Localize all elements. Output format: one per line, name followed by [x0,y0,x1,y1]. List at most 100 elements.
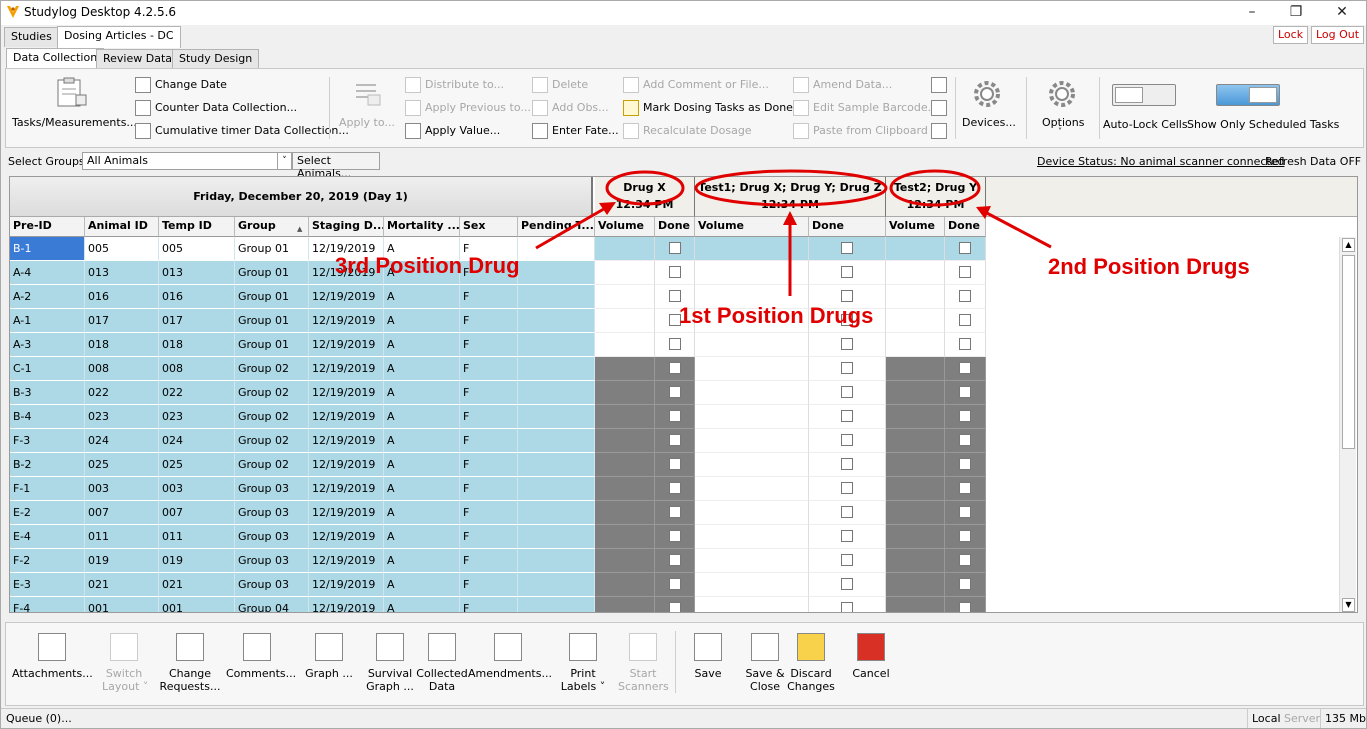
volume-cell[interactable] [886,285,945,309]
table-cell[interactable]: Group 02 [235,357,309,381]
table-cell[interactable]: 017 [159,309,235,333]
done-checkbox[interactable] [669,530,681,542]
paste-clipboard-button[interactable]: Paste from Clipboard [793,123,928,139]
tab-data-collection[interactable]: Data Collection [6,48,105,70]
pending-cell[interactable] [518,357,595,381]
table-cell[interactable]: A [384,597,460,612]
table-cell[interactable]: 12/19/2019 [309,525,384,549]
table-cell[interactable]: 016 [159,285,235,309]
volume-cell[interactable] [595,237,655,261]
amendments-button[interactable]: Amendments... [468,667,552,680]
add-obs-button[interactable]: Add Obs... [532,100,609,116]
done-cell[interactable] [809,333,886,357]
table-cell[interactable]: F [460,429,518,453]
table-cell[interactable]: Group 03 [235,573,309,597]
done-checkbox[interactable] [669,554,681,566]
done-checkbox[interactable] [841,386,853,398]
options-button[interactable]: Options [1042,116,1084,129]
done-cell[interactable] [655,525,695,549]
table-cell[interactable]: Group 02 [235,381,309,405]
column-header[interactable]: Volume [695,217,809,237]
table-cell[interactable]: 021 [85,573,159,597]
table-cell[interactable]: Group 01 [235,309,309,333]
done-checkbox[interactable] [841,410,853,422]
table-cell[interactable]: A [384,549,460,573]
table-cell[interactable]: 12/19/2019 [309,333,384,357]
done-cell[interactable] [945,261,986,285]
done-checkbox[interactable] [669,386,681,398]
done-cell[interactable] [655,333,695,357]
save-button[interactable]: Save [686,667,730,680]
table-row[interactable]: F-2 019 019 Group 03 12/19/2019 A F [10,549,986,573]
done-checkbox[interactable] [841,506,853,518]
done-cell[interactable] [655,261,695,285]
delete-button[interactable]: Delete [532,77,588,93]
table-cell[interactable]: A [384,381,460,405]
table-cell[interactable]: F [460,597,518,612]
table-cell[interactable]: 018 [159,333,235,357]
done-cell[interactable] [809,549,886,573]
table-row[interactable]: E-4 011 011 Group 03 12/19/2019 A F [10,525,986,549]
volume-cell[interactable] [595,429,655,453]
change-requests-button[interactable]: Change Requests... [158,667,222,693]
print-labels-button[interactable]: Print Labels ˅ [558,667,608,693]
table-cell[interactable]: 023 [159,405,235,429]
table-cell[interactable]: Group 01 [235,237,309,261]
done-checkbox[interactable] [959,554,971,566]
volume-cell[interactable] [595,597,655,612]
volume-cell[interactable] [695,501,809,525]
device-status-link[interactable]: Device Status: No animal scanner connect… [1037,155,1284,168]
attachments-button[interactable]: Attachments... [12,667,93,680]
done-checkbox[interactable] [959,410,971,422]
table-cell[interactable]: A [384,429,460,453]
table-cell[interactable]: Group 02 [235,429,309,453]
table-cell[interactable]: E-3 [10,573,85,597]
done-checkbox[interactable] [959,242,971,254]
table-row[interactable]: E-3 021 021 Group 03 12/19/2019 A F [10,573,986,597]
done-checkbox[interactable] [841,482,853,494]
volume-cell[interactable] [695,357,809,381]
switch-layout-button[interactable]: Switch Layout ˅ [102,667,148,693]
tasks-measurements-button[interactable]: Tasks/Measurements... [12,116,137,129]
tab-review-data[interactable]: Review Data [96,49,180,69]
done-cell[interactable] [945,309,986,333]
volume-cell[interactable] [595,453,655,477]
volume-cell[interactable] [886,501,945,525]
done-checkbox[interactable] [669,482,681,494]
table-cell[interactable]: A-2 [10,285,85,309]
done-cell[interactable] [809,573,886,597]
table-cell[interactable]: Group 01 [235,261,309,285]
volume-cell[interactable] [695,477,809,501]
table-cell[interactable]: Group 03 [235,501,309,525]
done-cell[interactable] [945,429,986,453]
volume-cell[interactable] [886,357,945,381]
table-cell[interactable]: B-3 [10,381,85,405]
table-cell[interactable]: 023 [85,405,159,429]
table-cell[interactable]: 001 [85,597,159,612]
logout-button[interactable]: Log Out [1311,26,1365,44]
volume-cell[interactable] [886,453,945,477]
pending-cell[interactable] [518,549,595,573]
done-checkbox[interactable] [959,266,971,278]
done-cell[interactable] [809,525,886,549]
table-cell[interactable]: 12/19/2019 [309,549,384,573]
column-header[interactable]: Sex [460,217,518,237]
lock-button[interactable]: Lock [1273,26,1309,44]
restore-button[interactable]: ❐ [1273,1,1319,25]
volume-cell[interactable] [695,405,809,429]
table-cell[interactable]: Group 04 [235,597,309,612]
table-cell[interactable]: A [384,573,460,597]
pending-cell[interactable] [518,333,595,357]
table-cell[interactable]: 003 [85,477,159,501]
pending-cell[interactable] [518,597,595,612]
table-cell[interactable]: 008 [159,357,235,381]
column-header[interactable]: Done [945,217,986,237]
auto-lock-toggle[interactable] [1112,84,1176,106]
volume-cell[interactable] [595,477,655,501]
distribute-button[interactable]: Distribute to... [405,77,504,93]
done-checkbox[interactable] [669,506,681,518]
done-checkbox[interactable] [841,266,853,278]
done-checkbox[interactable] [669,362,681,374]
column-header[interactable]: Mortality ... [384,217,460,237]
table-cell[interactable]: Group 02 [235,405,309,429]
